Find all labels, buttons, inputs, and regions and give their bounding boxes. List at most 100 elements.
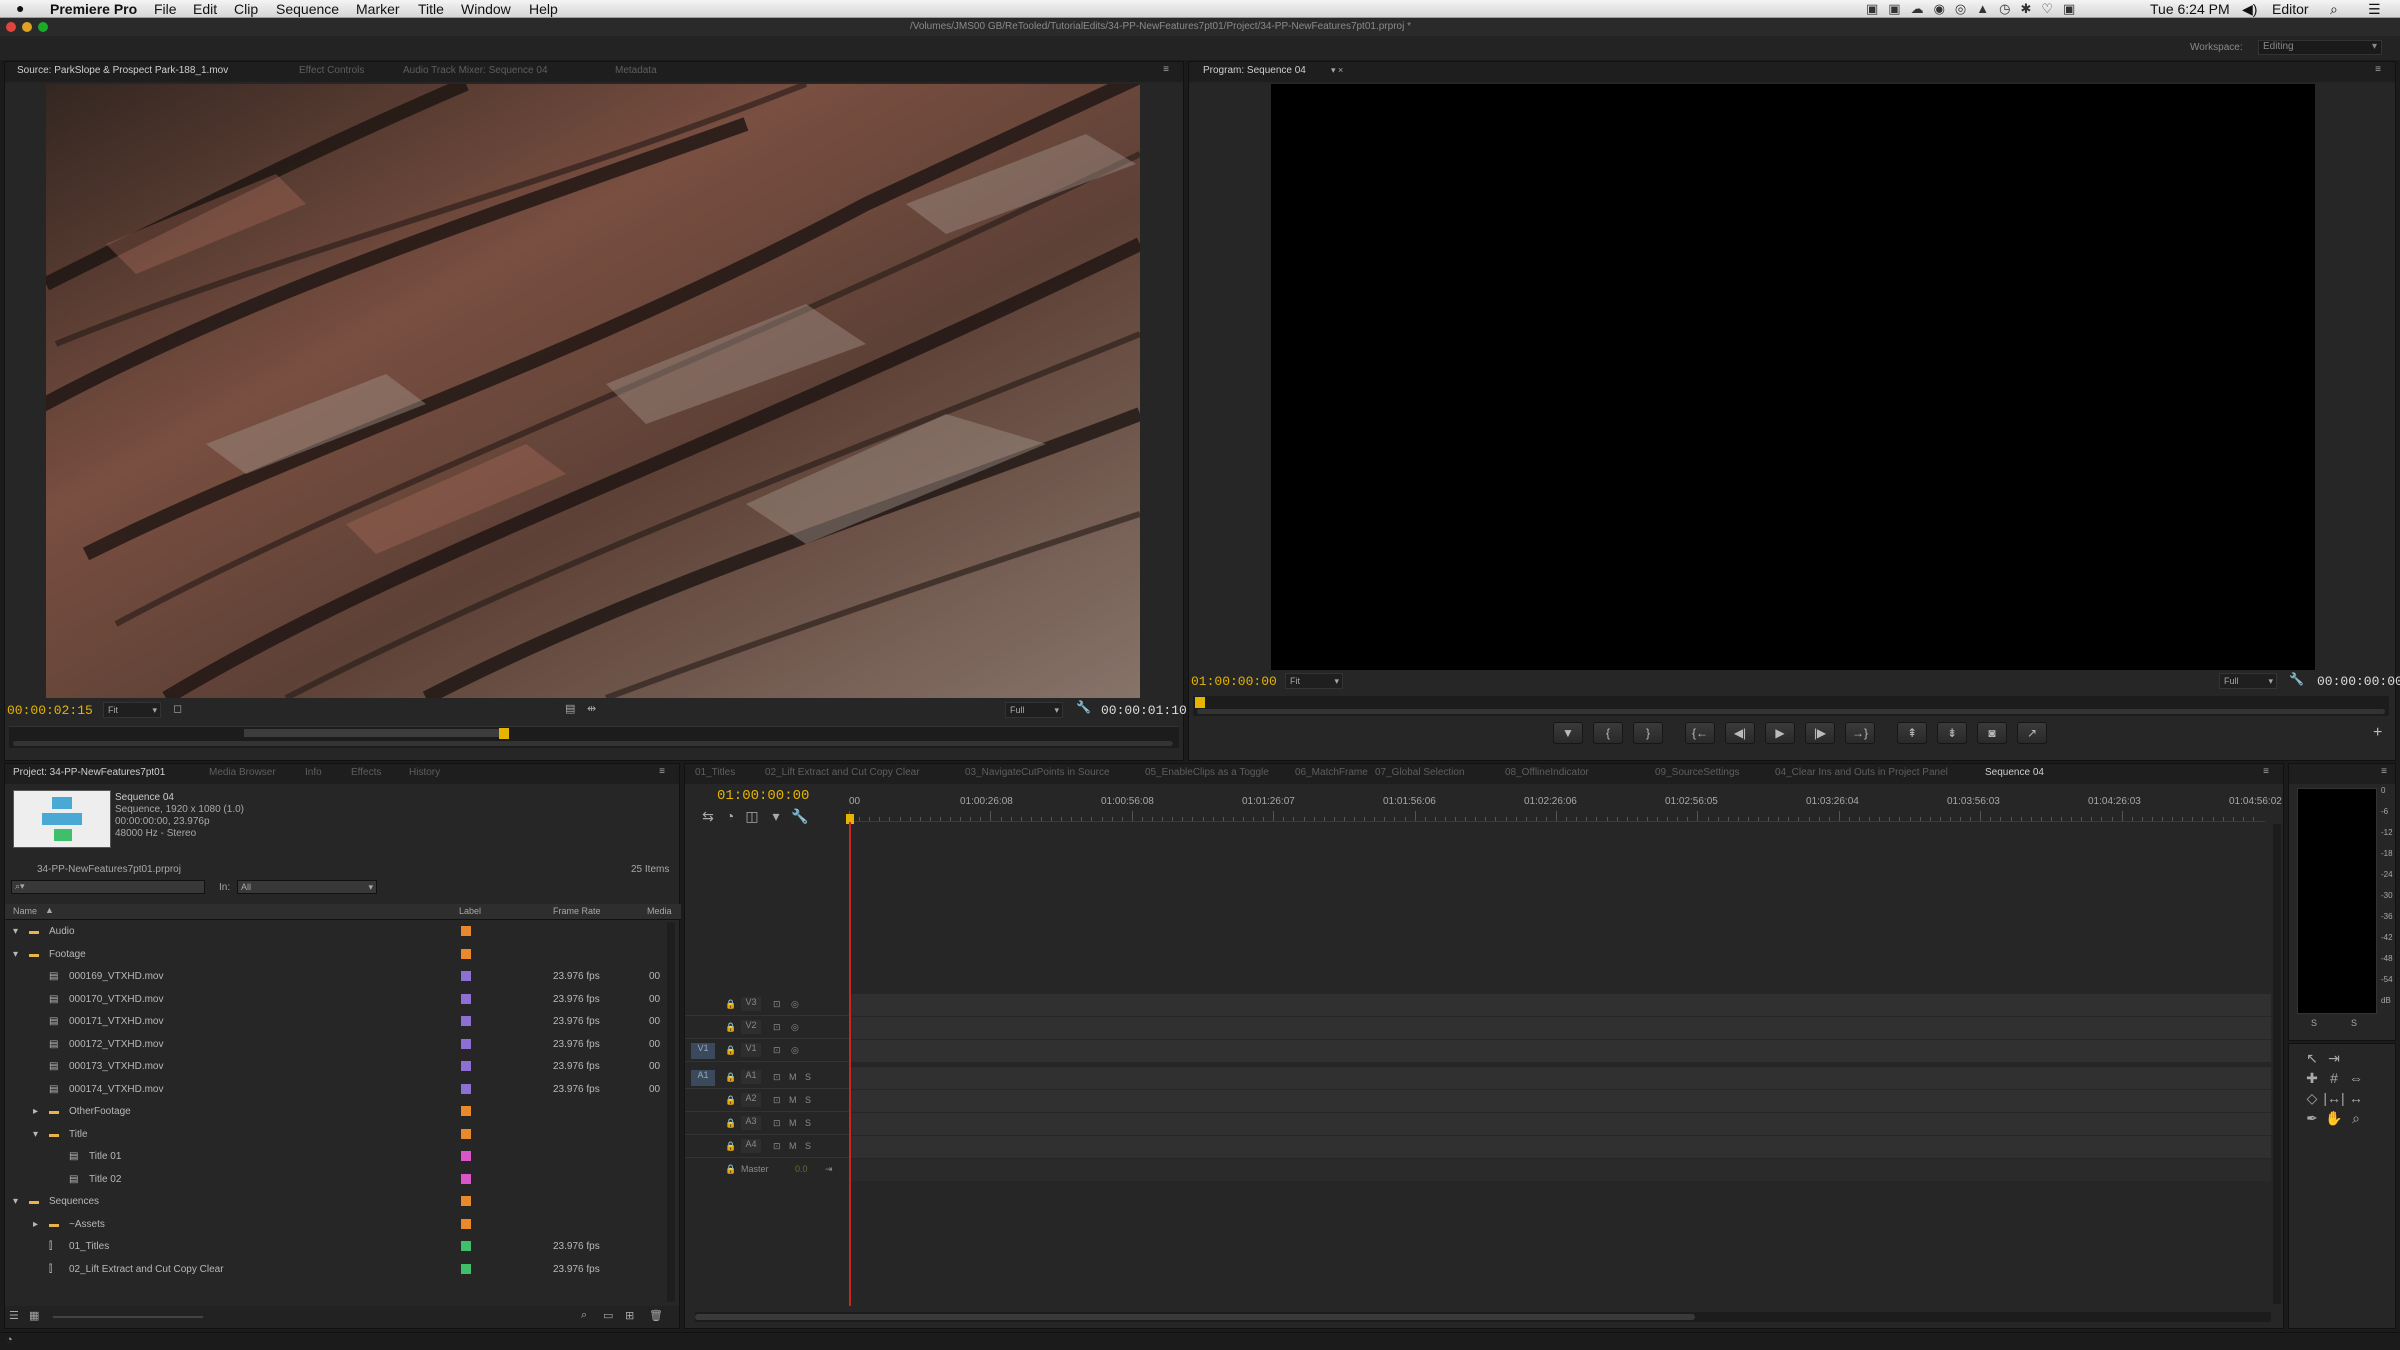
linked-selection-icon[interactable]: ◔ [719, 808, 741, 826]
column-frame-rate[interactable]: Frame Rate [553, 906, 601, 916]
list-item[interactable]: ⫿ 01_Titles 23.976 fps [5, 1236, 665, 1258]
label-color-swatch[interactable] [461, 1106, 471, 1116]
tab-media-browser[interactable]: Media Browser [209, 767, 276, 778]
mute-icon[interactable]: M [789, 1095, 797, 1105]
tab-source[interactable]: Source: ParkSlope & Prospect Park-188_1.… [17, 65, 228, 76]
list-item[interactable]: ▤ Title 02 [5, 1169, 665, 1191]
timeline-ruler[interactable]: 00 01:00:26:08 01:00:56:08 01:01:26:07 01:01… [849, 794, 2282, 822]
new-bin-icon[interactable]: ▭ [603, 1309, 613, 1322]
marker-icon[interactable]: ▼ [1553, 722, 1583, 744]
tab-sequence[interactable]: 07_Global Selection [1375, 767, 1465, 778]
list-item[interactable]: ▤ 000170_VTXHD.mov 23.976 fps 00 [5, 989, 665, 1011]
audio-track[interactable]: 🔒 A3 ⊡ M S [685, 1113, 2271, 1135]
source-playhead[interactable] [499, 728, 509, 739]
eye-icon[interactable]: ◎ [791, 1022, 799, 1033]
disclosure-open-icon[interactable]: ▾ [13, 949, 18, 960]
audio-track[interactable]: 🔒 A4 ⊡ M S [685, 1136, 2271, 1158]
pen-tool-icon[interactable]: ✒ [2301, 1110, 2323, 1128]
project-scrollbar[interactable] [667, 922, 675, 1302]
project-search-input[interactable]: ⌕▾ [11, 880, 205, 894]
tab-sequence[interactable]: 05_EnableClips as a Toggle [1145, 767, 1269, 778]
panel-menu-icon[interactable]: ≡ [2263, 766, 2269, 777]
list-view-icon[interactable]: ☰ [9, 1309, 19, 1322]
list-item[interactable]: ▤ 000171_VTXHD.mov 23.976 fps 00 [5, 1011, 665, 1033]
razor-tool-icon[interactable]: ◇ [2301, 1090, 2323, 1108]
program-video-frame[interactable] [1271, 84, 2315, 670]
menu-marker[interactable]: Marker [356, 1, 400, 17]
new-item-icon[interactable]: ⊞ [625, 1309, 634, 1322]
list-item[interactable]: ▾ ▬ Audio [5, 921, 665, 943]
export-frame-icon[interactable]: ◙ [1977, 722, 2007, 744]
slip-tool-icon[interactable]: |↔| [2323, 1090, 2345, 1108]
workspace-select[interactable]: Editing ▾ [2258, 40, 2382, 55]
list-item[interactable]: ▸ ▬ ~Assets [5, 1214, 665, 1236]
find-icon[interactable]: ⌕ [581, 1309, 587, 1322]
panel-menu-icon[interactable]: ≡ [2381, 766, 2387, 777]
solo-icon[interactable]: S [805, 1141, 811, 1151]
eye-icon[interactable]: ◎ [791, 1045, 799, 1056]
label-color-swatch[interactable] [461, 1241, 471, 1251]
panel-menu-icon[interactable]: ≡ [2375, 64, 2381, 75]
solo-left-button[interactable]: S [2311, 1018, 2317, 1028]
tab-sequence[interactable]: 06_MatchFrame [1295, 767, 1368, 778]
track-lane[interactable] [849, 1113, 2271, 1135]
menu-title[interactable]: Title [418, 1, 444, 17]
eye-icon[interactable]: ◎ [791, 999, 799, 1010]
rolling-edit-tool-icon[interactable]: # [2323, 1070, 2345, 1088]
in-filter-select[interactable]: All ▾ [237, 880, 377, 894]
hand-tool-icon[interactable]: ✋ [2323, 1110, 2345, 1128]
list-item[interactable]: ▾ ▬ Title [5, 1124, 665, 1146]
sequence-thumbnail[interactable] [13, 790, 111, 848]
timeline-timecode[interactable]: 01:00:00:00 [717, 788, 809, 804]
menu-edit[interactable]: Edit [193, 1, 217, 17]
list-item[interactable]: ▤ 000172_VTXHD.mov 23.976 fps 00 [5, 1034, 665, 1056]
list-item[interactable]: ▤ 000169_VTXHD.mov 23.976 fps 00 [5, 966, 665, 988]
lock-icon[interactable]: 🔒 [725, 1164, 736, 1175]
label-color-swatch[interactable] [461, 1173, 471, 1184]
list-item[interactable]: ▸ ▬ OtherFootage [5, 1101, 665, 1123]
solo-icon[interactable]: S [805, 1118, 811, 1128]
program-zoom-scrollbar[interactable] [1197, 709, 2385, 714]
list-item[interactable]: ▤ 000173_VTXHD.mov 23.976 fps 00 [5, 1056, 665, 1078]
step-back-icon[interactable]: ◀| [1725, 722, 1755, 744]
source-fit-select[interactable]: Fit ▾ [103, 702, 161, 718]
label-color-swatch[interactable] [461, 926, 471, 936]
toggle-sync-icon[interactable]: ⊡ [773, 1141, 781, 1152]
program-fit-select[interactable]: Fit ▾ [1285, 673, 1343, 689]
track-select-tool-icon[interactable]: ⇥ [2323, 1050, 2345, 1068]
audio-track[interactable]: 🔒 A1 ⊡ M S A1 [685, 1067, 2271, 1089]
spotlight-icon[interactable]: ⌕ [2330, 1, 2338, 18]
extract-icon[interactable]: ⇟ [1937, 722, 1967, 744]
lock-icon[interactable]: 🔒 [725, 1045, 736, 1056]
apple-icon[interactable]: ● [16, 0, 24, 16]
drop-frame-icon[interactable]: ◻ [173, 702, 182, 715]
source-time-ruler[interactable] [9, 726, 1179, 748]
program-timecode[interactable]: 01:00:00:00 [1191, 674, 1277, 689]
menu-clip[interactable]: Clip [234, 1, 258, 17]
insert-overwrite-icon[interactable]: ▤ [565, 702, 575, 715]
tab-sequence[interactable]: Sequence 04 [1985, 767, 2044, 778]
mute-icon[interactable]: M [789, 1072, 797, 1082]
label-color-swatch[interactable] [461, 1061, 471, 1071]
minimize-window-icon[interactable] [22, 22, 32, 32]
mark-out-icon[interactable]: } [1633, 722, 1663, 744]
zoom-window-icon[interactable] [38, 22, 48, 32]
timeline-scroll-thumb[interactable] [695, 1314, 1695, 1320]
lock-icon[interactable]: 🔒 [725, 1141, 736, 1152]
share-icon[interactable]: ↗ [2017, 722, 2047, 744]
source-timecode[interactable]: 00:00:02:15 [7, 703, 93, 718]
zoom-slider[interactable] [53, 1316, 203, 1318]
video-track[interactable]: 🔒 V3 ⊡ ◎ [685, 994, 2271, 1016]
lock-icon[interactable]: 🔒 [725, 1095, 736, 1106]
timeline-h-scrollbar[interactable] [695, 1312, 2271, 1322]
nest-icon[interactable]: ◫ [741, 808, 763, 826]
panel-menu-icon[interactable]: ≡ [659, 766, 665, 777]
mark-in-icon[interactable]: { [1593, 722, 1623, 744]
tab-sequence[interactable]: 01_Titles [695, 767, 735, 778]
column-name[interactable]: Name [13, 906, 37, 916]
ripple-edit-tool-icon[interactable]: ✚ [2301, 1070, 2323, 1088]
toggle-sync-icon[interactable]: ⊡ [773, 999, 781, 1010]
column-media[interactable]: Media [647, 906, 672, 916]
track-lane[interactable] [849, 1040, 2271, 1062]
disclosure-closed-icon[interactable]: ▸ [33, 1106, 38, 1117]
